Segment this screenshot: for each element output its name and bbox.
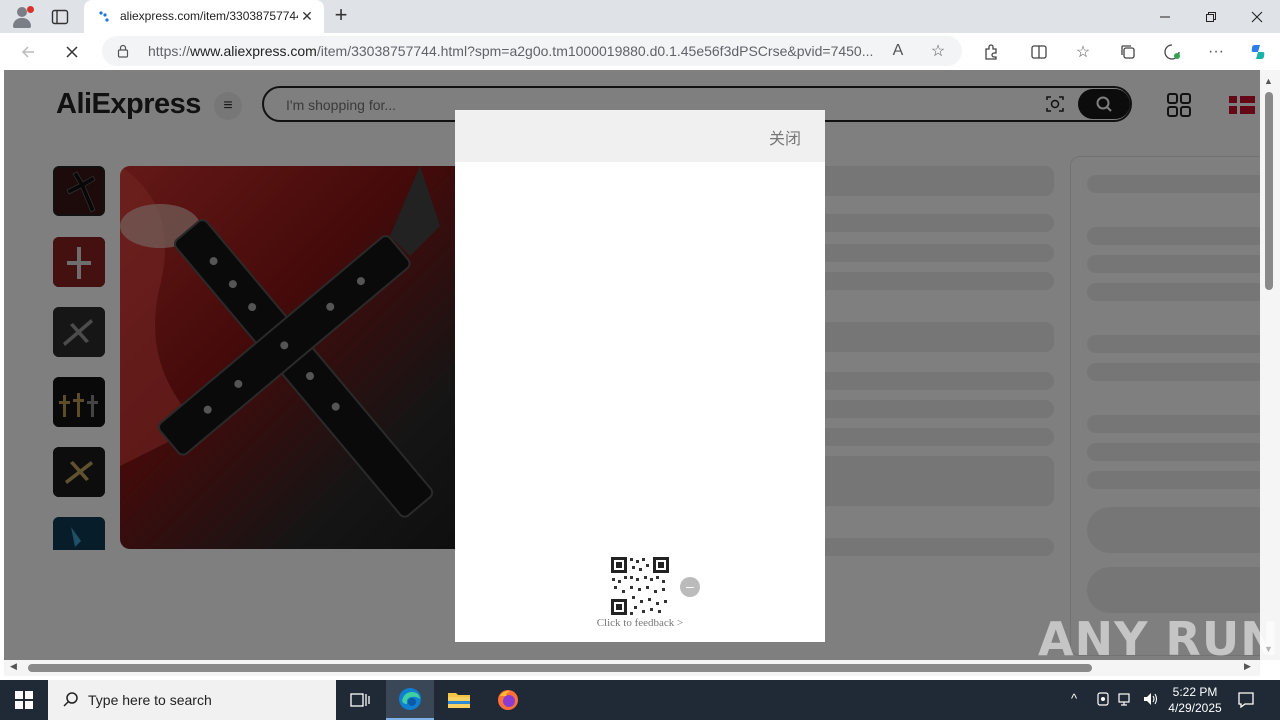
modal-header: 关闭	[455, 110, 825, 162]
device-icon[interactable]	[1096, 691, 1110, 710]
browser-toolbar: https://www.aliexpress.com/item/33038757…	[0, 33, 1280, 70]
volume-icon[interactable]	[1142, 691, 1158, 710]
feedback-link[interactable]: Click to feedback >	[455, 617, 825, 629]
copilot-icon[interactable]	[1246, 40, 1270, 64]
taskbar-search-box[interactable]: Type here to search	[48, 680, 336, 720]
new-tab-button[interactable]: +	[330, 4, 352, 27]
browser-tab-strip: aliexpress.com/item/33038757744 ✕ +	[0, 0, 1280, 33]
loading-favicon-icon	[98, 10, 112, 24]
taskbar-search-placeholder: Type here to search	[88, 692, 212, 708]
vertical-scrollbar[interactable]: ▲ ▼	[1260, 70, 1280, 660]
file-explorer-icon[interactable]	[435, 680, 483, 720]
back-arrow-icon[interactable]	[16, 40, 40, 64]
read-aloud-icon[interactable]: A	[888, 41, 908, 61]
clock-time: 5:22 PM	[1172, 685, 1218, 699]
minimize-button[interactable]	[1142, 0, 1188, 33]
notification-center-icon[interactable]	[1236, 690, 1256, 710]
stop-loading-icon[interactable]	[60, 40, 84, 64]
lock-icon[interactable]	[116, 44, 130, 58]
show-hidden-icons-icon[interactable]: ^	[1071, 691, 1077, 706]
extensions-icon[interactable]	[979, 40, 1003, 64]
favorite-star-icon[interactable]: ☆	[928, 41, 948, 61]
restore-button[interactable]	[1188, 0, 1234, 33]
horizontal-scroll-thumb[interactable]	[28, 664, 1092, 672]
edge-browser-icon[interactable]	[386, 680, 434, 720]
url-text[interactable]: https://www.aliexpress.com/item/33038757…	[148, 43, 878, 59]
feedback-modal: 关闭 – Click to feedback >	[455, 110, 825, 642]
network-icon[interactable]	[1118, 691, 1134, 710]
modal-close-button[interactable]: 关闭	[769, 125, 801, 149]
qr-code	[610, 556, 670, 616]
scroll-up-icon[interactable]: ▲	[1264, 76, 1273, 86]
tab-title: aliexpress.com/item/33038757744	[120, 9, 298, 23]
address-bar[interactable]: https://www.aliexpress.com/item/33038757…	[102, 36, 962, 66]
more-options-icon[interactable]: ···	[1204, 40, 1228, 64]
favorites-icon[interactable]: ☆	[1071, 40, 1095, 64]
windows-start-icon[interactable]	[0, 680, 48, 720]
collapse-icon[interactable]: –	[680, 577, 700, 597]
firefox-icon[interactable]	[484, 680, 532, 720]
tab-actions-icon[interactable]	[50, 7, 70, 27]
system-clock[interactable]: 5:22 PM 4/29/2025	[1162, 684, 1228, 716]
browser-essentials-icon[interactable]	[1160, 40, 1184, 64]
split-screen-icon[interactable]	[1027, 40, 1051, 64]
close-window-button[interactable]	[1234, 0, 1280, 33]
close-tab-icon[interactable]: ✕	[299, 8, 315, 24]
windows-taskbar: Type here to search ^ 5:22 PM 4/29/2025	[0, 680, 1280, 720]
clock-date: 4/29/2025	[1168, 701, 1222, 715]
task-view-icon[interactable]	[336, 680, 384, 720]
vertical-scroll-thumb[interactable]	[1265, 92, 1273, 290]
profile-icon[interactable]	[10, 5, 34, 29]
search-icon	[62, 691, 80, 709]
browser-tab[interactable]: aliexpress.com/item/33038757744 ✕	[84, 0, 324, 33]
scroll-left-icon[interactable]: ◀	[10, 661, 17, 672]
anyrun-watermark: ANY RUN	[1038, 612, 1280, 666]
collections-icon[interactable]	[1116, 40, 1140, 64]
